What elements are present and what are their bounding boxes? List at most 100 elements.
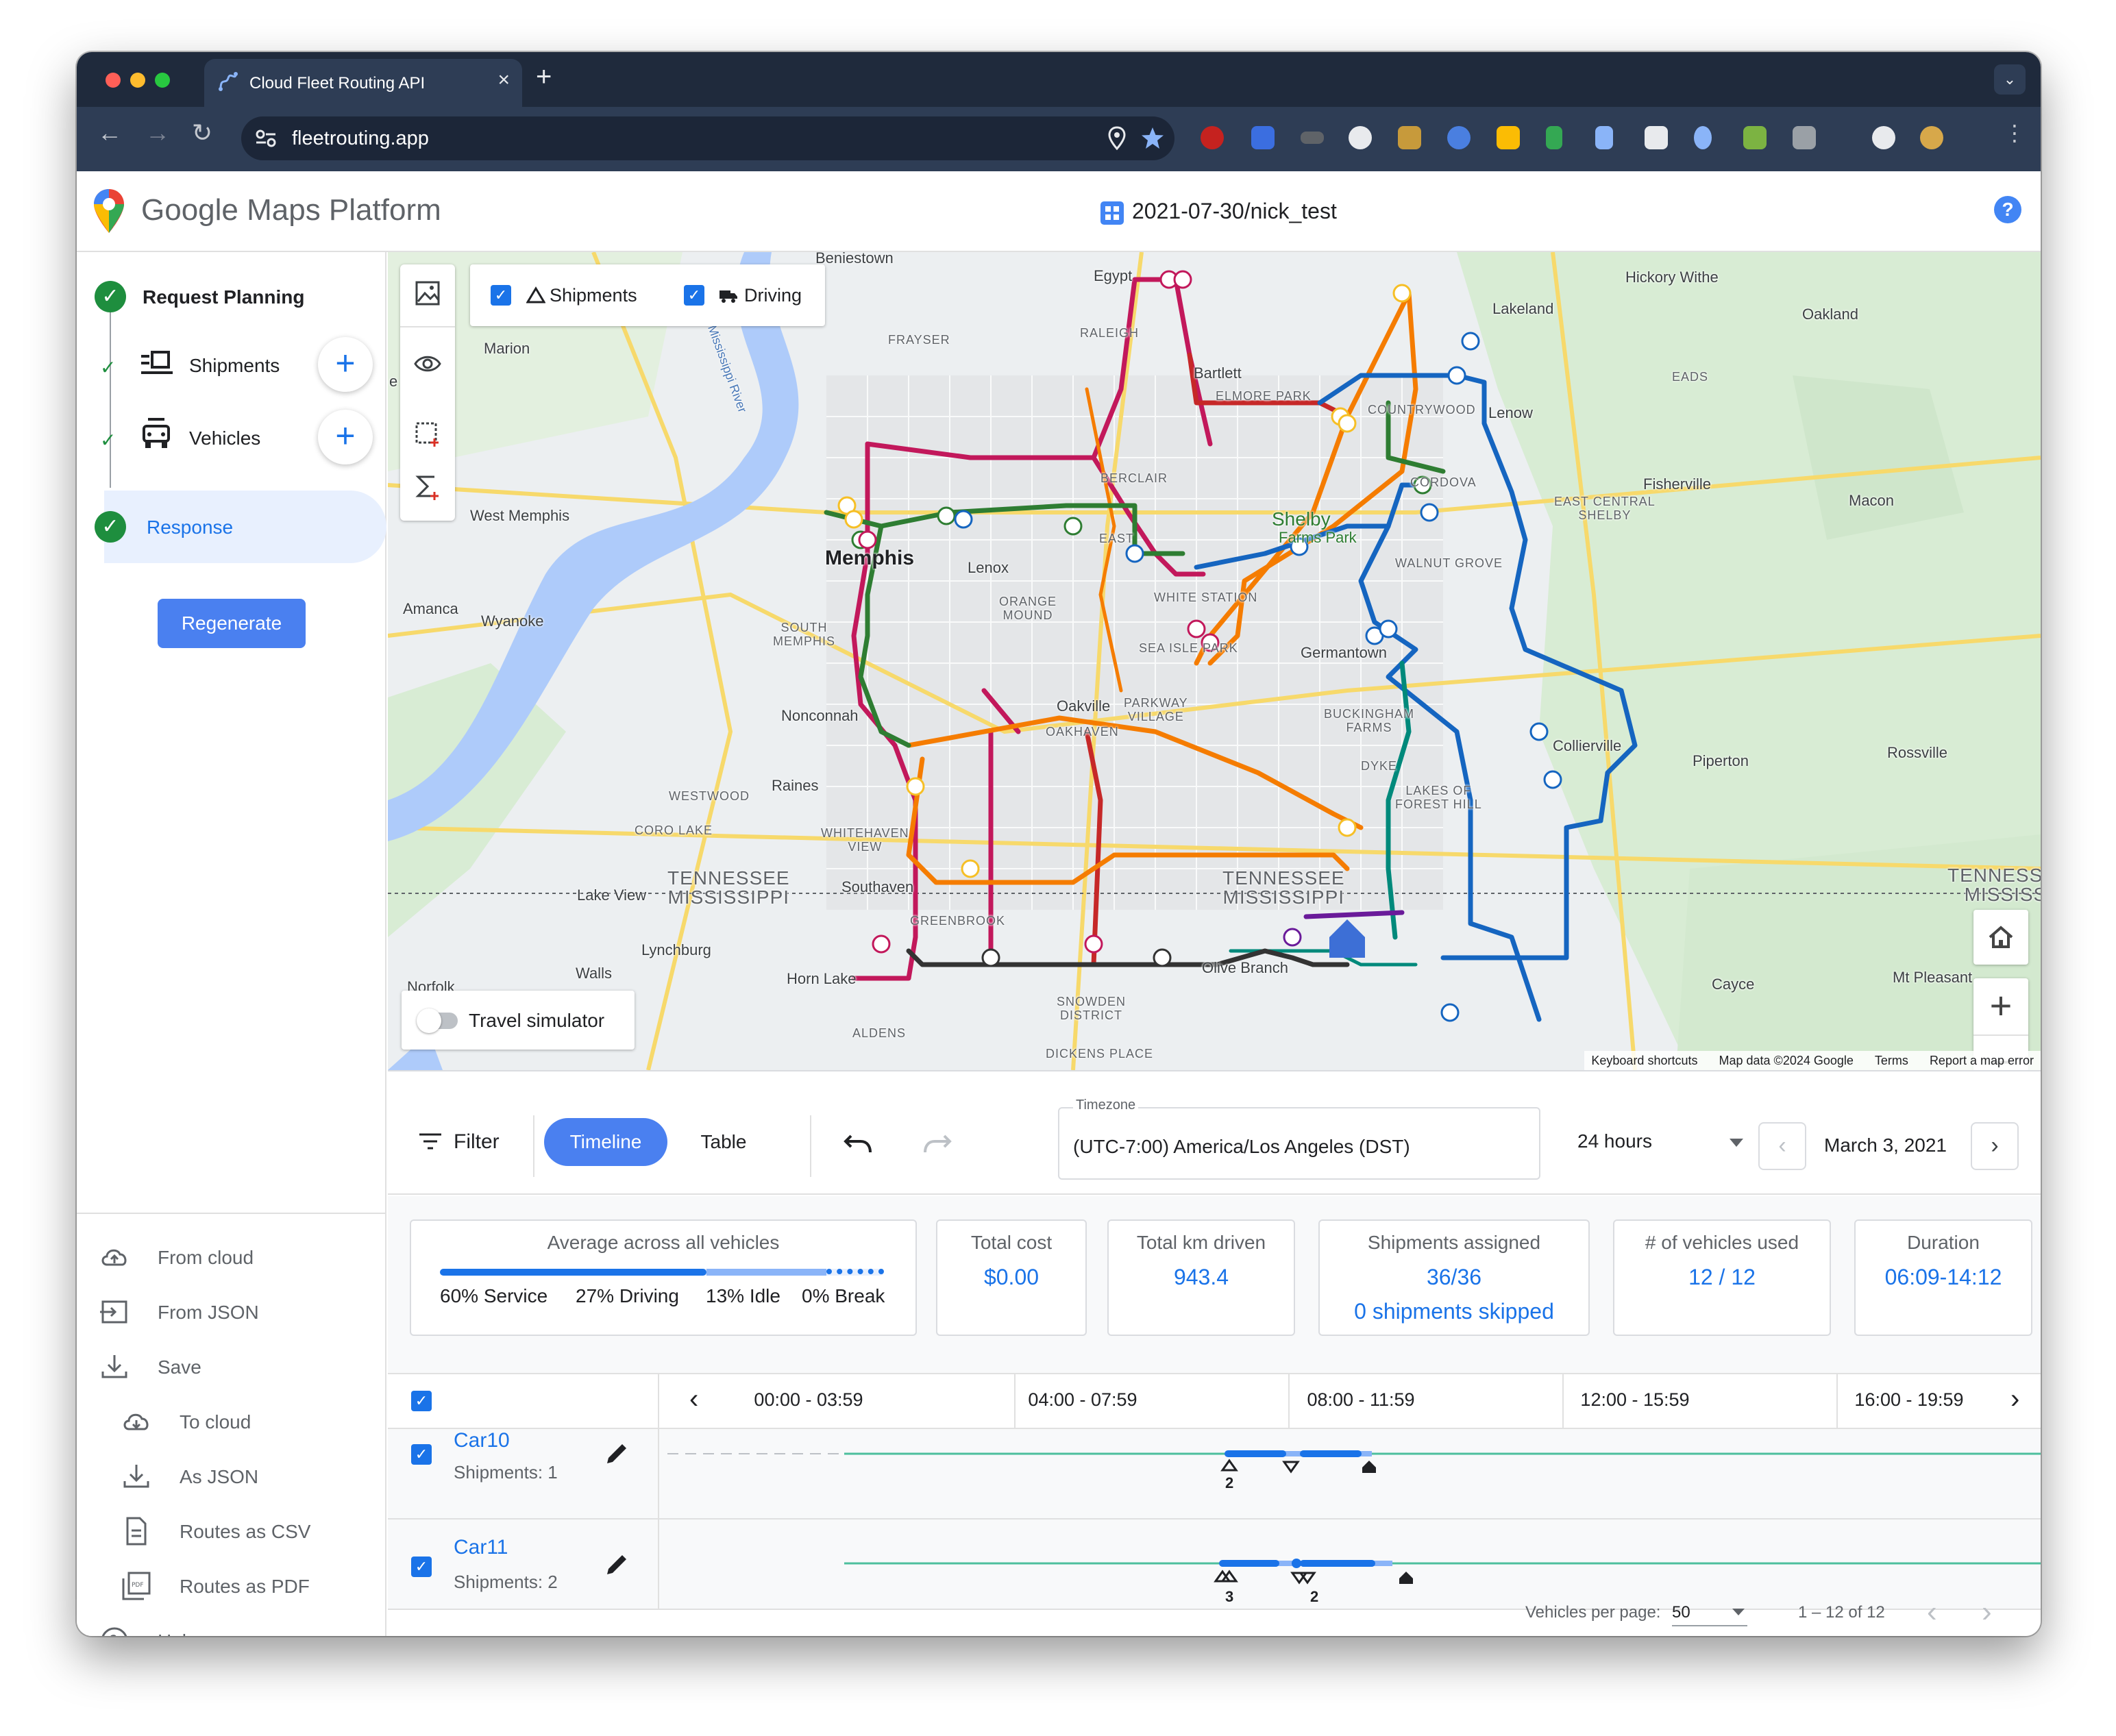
filter-button[interactable]: Filter	[454, 1130, 500, 1154]
google-account-icon[interactable]	[1872, 126, 1895, 149]
profile-avatar[interactable]	[1920, 126, 1943, 149]
timezone-label: Timezone	[1073, 1098, 1139, 1113]
reload-button[interactable]: ↻	[192, 121, 212, 145]
from-json-link[interactable]: From JSON	[158, 1302, 259, 1324]
vehicle-checkbox[interactable]: ✓	[411, 1444, 432, 1465]
routes-pdf-link[interactable]: Routes as PDF	[180, 1576, 310, 1598]
extension-icon[interactable]	[1349, 126, 1372, 149]
range-select[interactable]: 24 hours	[1577, 1130, 1652, 1152]
from-cloud-link[interactable]: From cloud	[158, 1247, 254, 1269]
extension-icon[interactable]	[1546, 126, 1562, 149]
shipments-layer-checkbox[interactable]: ✓	[491, 285, 511, 306]
project-name[interactable]: 2021-07-30/nick_test	[1132, 199, 1337, 224]
report-error-link[interactable]: Report a map error	[1930, 1054, 2034, 1067]
cloud-upload-icon	[101, 1249, 127, 1266]
vehicles-used-title: # of vehicles used	[1645, 1232, 1799, 1253]
timeline-next-button[interactable]: ›	[2010, 1384, 2019, 1415]
to-cloud-link[interactable]: To cloud	[180, 1411, 251, 1433]
as-json-link[interactable]: As JSON	[180, 1466, 258, 1488]
image-icon[interactable]	[414, 280, 441, 307]
step-shipments[interactable]: Shipments	[189, 355, 280, 377]
timezone-field[interactable]: Timezone (UTC-7:00) America/Los Angeles …	[1058, 1098, 1540, 1180]
date-picker[interactable]: March 3, 2021	[1769, 1122, 2010, 1170]
filter-icon[interactable]	[418, 1132, 443, 1151]
browser-tab[interactable]: Cloud Fleet Routing API ×	[204, 59, 522, 107]
location-pin-icon[interactable]	[1107, 126, 1127, 151]
driving-layer-checkbox[interactable]: ✓	[684, 285, 704, 306]
divider	[533, 1115, 534, 1177]
select-area-icon[interactable]	[414, 421, 441, 448]
bookmark-star-icon[interactable]	[1140, 126, 1165, 151]
vehicle-name-link[interactable]: Car10	[454, 1429, 510, 1452]
extension-icon[interactable]	[1398, 126, 1421, 149]
maximize-window-button[interactable]	[155, 73, 170, 88]
vehicle-shipments-count: Shipments: 1	[454, 1462, 558, 1483]
extension-icon[interactable]	[1694, 126, 1712, 149]
csv-file-icon	[126, 1517, 147, 1546]
extension-icon[interactable]	[1497, 126, 1520, 149]
tab-close-icon[interactable]: ×	[497, 70, 510, 90]
new-tab-button[interactable]: +	[536, 63, 552, 90]
browser-menu-icon[interactable]: ⋮	[2004, 122, 2026, 144]
vehicle-row[interactable]: ✓ Car10 Shipments: 1 2	[388, 1429, 2041, 1520]
dropdown-arrow-icon[interactable]	[1732, 1609, 1745, 1615]
map-label-neighborhood: BERCLAIR	[1100, 471, 1168, 485]
extension-icon[interactable]	[1595, 126, 1613, 149]
shipments-skipped-link[interactable]: 0 shipments skipped	[1320, 1299, 1588, 1324]
routes-csv-link[interactable]: Routes as CSV	[180, 1521, 310, 1543]
site-settings-icon[interactable]	[255, 129, 277, 148]
redo-icon[interactable]	[922, 1133, 952, 1154]
select-sum-icon[interactable]	[414, 474, 441, 501]
zoom-in-button[interactable]: +	[1973, 978, 2028, 1034]
previous-page-button[interactable]: ‹	[1927, 1595, 1937, 1629]
add-vehicle-button[interactable]: +	[318, 410, 373, 464]
add-shipment-button[interactable]: +	[318, 337, 373, 392]
shipments-assigned-value: 36/36	[1426, 1265, 1482, 1289]
visibility-eye-icon[interactable]	[414, 354, 441, 374]
tab-table[interactable]: Table	[676, 1118, 772, 1166]
next-page-button[interactable]: ›	[1982, 1595, 1992, 1629]
dropdown-arrow-icon[interactable]	[1730, 1139, 1743, 1147]
per-page-select[interactable]: 50	[1672, 1603, 1690, 1622]
step-response[interactable]: Response	[147, 517, 233, 538]
regenerate-button[interactable]: Regenerate	[158, 599, 306, 648]
vehicle-name-link[interactable]: Car11	[454, 1536, 508, 1559]
minimize-window-button[interactable]	[130, 73, 145, 88]
terms-link[interactable]: Terms	[1875, 1054, 1908, 1067]
extension-icon[interactable]	[1301, 132, 1324, 144]
help-icon[interactable]: ?	[1994, 196, 2021, 223]
extension-icon[interactable]	[1743, 126, 1767, 149]
next-day-button[interactable]: ›	[1971, 1122, 2019, 1170]
close-window-button[interactable]	[106, 73, 121, 88]
map-view[interactable]: Memphis Egypt Beniestown FRAYSER RALEIGH…	[388, 252, 2041, 1070]
extension-icon[interactable]	[1251, 126, 1275, 149]
extensions-puzzle-icon[interactable]	[1793, 126, 1816, 149]
edit-pencil-icon[interactable]	[603, 1440, 630, 1467]
svg-text:?: ?	[110, 1633, 118, 1636]
back-button[interactable]: ←	[97, 121, 122, 145]
tab-search-button[interactable]: ⌄	[1994, 64, 2026, 95]
tab-timeline[interactable]: Timeline	[544, 1118, 667, 1166]
divider	[810, 1115, 811, 1177]
vehicle-checkbox[interactable]: ✓	[411, 1557, 432, 1577]
travel-simulator-toggle[interactable]	[417, 1008, 458, 1033]
step-vehicles[interactable]: Vehicles	[189, 427, 260, 449]
select-all-checkbox[interactable]: ✓	[411, 1391, 432, 1411]
edit-pencil-icon[interactable]	[603, 1551, 630, 1578]
extension-icon[interactable]	[1447, 126, 1471, 149]
extension-icon[interactable]	[1645, 126, 1668, 149]
help-link[interactable]: Help	[158, 1630, 197, 1636]
extension-icon[interactable]	[1201, 126, 1224, 149]
forward-button[interactable]: →	[145, 121, 170, 145]
idle-bar	[826, 1269, 884, 1276]
save-link[interactable]: Save	[158, 1356, 201, 1378]
address-bar[interactable]: fleetrouting.app	[241, 116, 1174, 160]
undo-icon[interactable]	[843, 1133, 873, 1154]
project-grid-icon	[1100, 201, 1124, 225]
map-label-place: Macon	[1849, 492, 1895, 509]
vehicle-timeline-track[interactable]	[659, 1429, 2041, 1520]
step-request-planning[interactable]: Request Planning	[143, 286, 304, 308]
map-home-button[interactable]	[1973, 910, 2028, 965]
keyboard-shortcuts-link[interactable]: Keyboard shortcuts	[1591, 1054, 1697, 1067]
timeline-column: 04:00 - 07:59	[1028, 1389, 1137, 1410]
